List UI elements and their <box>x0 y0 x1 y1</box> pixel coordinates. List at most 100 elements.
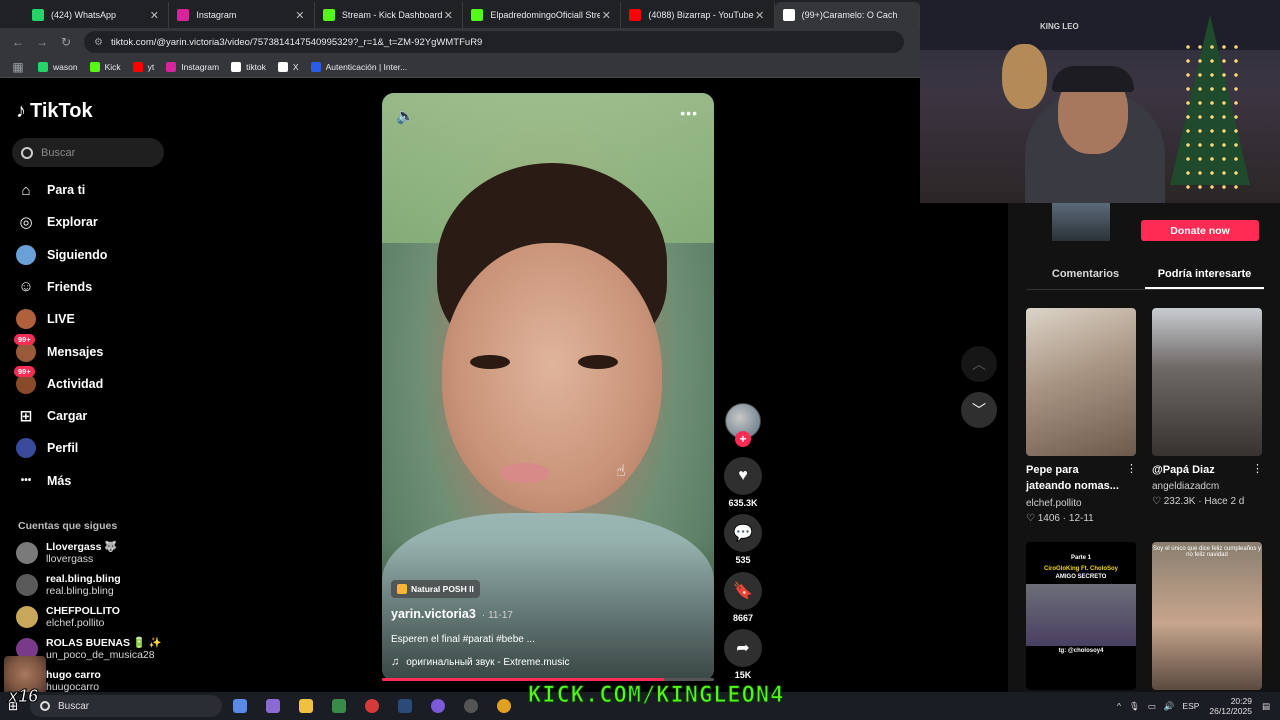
steam-icon[interactable] <box>398 699 412 713</box>
apps-grid-icon[interactable]: ▦ <box>6 60 30 74</box>
copilot-icon[interactable] <box>233 699 247 713</box>
sidebar-item-siguiendo[interactable]: Siguiendo <box>16 243 107 267</box>
bookmark-item[interactable]: wason <box>38 61 78 72</box>
share-count: 15K <box>734 670 752 680</box>
chrome-icon[interactable] <box>497 699 511 713</box>
sidebar-item-mensajes[interactable]: 99+ Mensajes <box>14 333 103 364</box>
video-date-sep: · <box>481 610 486 621</box>
back-icon[interactable]: ← <box>6 35 30 49</box>
avatar <box>16 606 38 628</box>
tab-comentarios[interactable]: Comentarios <box>1026 262 1145 289</box>
sidebar-item-live[interactable]: LIVE <box>16 307 75 331</box>
recommended-video-meta: ♡ 1406 · 12-11 <box>1026 513 1094 524</box>
sidebar-item-perfil[interactable]: Perfil <box>16 436 78 460</box>
webcam-wall-logo: KING LEO <box>1040 22 1079 31</box>
recommended-video-title[interactable]: @Papá Diaz <box>1152 462 1252 478</box>
notifications-icon[interactable]: ▤ <box>1262 701 1270 712</box>
tab-podria-interesarte[interactable]: Podría interesarte <box>1145 262 1264 289</box>
card-more-icon[interactable]: ⋮ <box>1126 462 1137 475</box>
recommended-video-thumbnail[interactable]: Soy el único que dice feliz cumpleaños y… <box>1152 542 1262 690</box>
volume-icon[interactable]: 🔈 <box>396 107 415 125</box>
heart-icon: ♥ <box>738 467 748 484</box>
taskbar-search[interactable]: Buscar <box>30 695 222 717</box>
mic-icon[interactable]: 🎙 <box>1129 701 1140 712</box>
tiktok-logo[interactable]: ♪ TikTok <box>16 100 93 123</box>
volume-tray-icon[interactable]: 🔊 <box>1164 701 1175 712</box>
recommended-video-thumbnail[interactable] <box>1152 308 1262 456</box>
bookmark-icon: 🔖 <box>733 583 753 600</box>
sidebar-item-actividad[interactable]: 99+ Actividad <box>14 365 103 396</box>
recommended-video-thumbnail[interactable] <box>1026 308 1136 456</box>
recommended-video-title[interactable]: Pepe para jateando nomas... <box>1026 462 1126 494</box>
network-icon[interactable]: ▭ <box>1148 701 1156 712</box>
browser-tab[interactable]: ElpadredomingoOficiall Stream✕ <box>463 2 622 28</box>
terminal-icon[interactable] <box>332 699 346 713</box>
bookmark-item[interactable]: tiktok <box>231 61 266 72</box>
comment-count: 535 <box>735 555 751 565</box>
video-baby-eye-left <box>470 355 510 369</box>
tab-close-icon[interactable]: ✕ <box>294 9 306 22</box>
save-button[interactable]: 🔖 <box>724 572 762 610</box>
sidebar-item-explorar[interactable]: ◎ Explorar <box>16 210 97 234</box>
office-icon[interactable] <box>266 699 280 713</box>
following-account[interactable]: CHEFPOLLITO elchef.pollito <box>16 604 120 630</box>
sidebar-item-friends[interactable]: ☺ Friends <box>16 275 92 299</box>
language-indicator[interactable]: ESP <box>1182 701 1199 711</box>
recommended-video-author[interactable]: angeldiazadcm <box>1152 481 1219 492</box>
like-button[interactable]: ♥ <box>724 457 762 495</box>
site-info-icon[interactable]: ⚙ <box>94 37 103 48</box>
bookmark-item[interactable]: yt <box>132 61 154 72</box>
recommended-video-thumbnail[interactable]: Parte 1 CiroGloKing Ft. CholoSoy AMIGO S… <box>1026 542 1136 690</box>
search-input[interactable]: Buscar <box>12 138 164 167</box>
obs-icon[interactable] <box>365 699 379 713</box>
comment-button[interactable]: 💬 <box>724 514 762 552</box>
video-author[interactable]: yarin.victoria3 <box>391 607 476 621</box>
bookmark-item[interactable]: Kick <box>89 61 121 72</box>
next-video-button[interactable]: ﹀ <box>961 392 997 428</box>
browser-tab[interactable]: (4088) Bizarrap - YouTube ✕ <box>621 2 775 28</box>
tray-chevron-icon[interactable]: ^ <box>1117 701 1121 711</box>
sidebar-item-cargar[interactable]: ⊞ Cargar <box>16 404 88 428</box>
reload-icon[interactable]: ↻ <box>54 35 78 49</box>
taskbar-clock[interactable]: 20:29 26/12/2025 <box>1209 696 1252 716</box>
address-bar[interactable]: ⚙ tiktok.com/@yarin.victoria3/video/7573… <box>84 31 904 53</box>
sidebar-item-m-s[interactable]: ••• Más <box>16 469 72 493</box>
browser-tab[interactable]: (424) WhatsApp ✕ <box>24 2 170 28</box>
browser-tab[interactable]: (99+)Caramelo: O Cach <box>774 2 920 28</box>
tab-close-icon[interactable]: ✕ <box>148 9 160 22</box>
recommended-video-author[interactable]: elchef.pollito <box>1026 498 1082 509</box>
recommended-video-likes: 1406 <box>1037 513 1060 524</box>
tab-title: Stream - Kick Dashboard <box>341 10 443 20</box>
tab-close-icon[interactable]: ✕ <box>600 9 612 22</box>
video-sound[interactable]: ♫ оригинальный звук - Extreme.music <box>391 656 569 668</box>
donate-button[interactable]: Donate now <box>1141 220 1259 241</box>
follow-plus-icon[interactable]: + <box>735 431 751 447</box>
bookmark-item[interactable]: Autenticación | Inter... <box>310 61 407 72</box>
sidebar-item-para-ti[interactable]: ⌂ Para ti <box>16 178 85 202</box>
effect-tag[interactable]: Natural POSH II <box>391 580 480 598</box>
tab-close-icon[interactable]: ✕ <box>442 9 454 22</box>
following-account[interactable]: real.bling.bling real.bling.bling <box>16 572 121 598</box>
video-more-icon[interactable]: ••• <box>680 105 698 121</box>
video-description[interactable]: Esperen el final #parati #bebe ... <box>391 634 535 645</box>
panel-tabs: Comentarios Podría interesarte <box>1026 262 1264 290</box>
card-more-icon[interactable]: ⋮ <box>1252 462 1263 475</box>
bookmark-item[interactable]: Instagram <box>166 61 219 72</box>
share-button[interactable]: ➦ <box>724 629 762 667</box>
account-username: un_poco_de_musica28 <box>46 649 155 661</box>
video-player[interactable]: 🔈 ••• Natural POSH II yarin.victoria3 · … <box>382 93 714 681</box>
forward-icon[interactable]: → <box>30 35 54 49</box>
sidebar-item-label: Cargar <box>47 409 88 424</box>
browser-tab[interactable]: Instagram ✕ <box>169 2 315 28</box>
discord-icon[interactable] <box>431 699 445 713</box>
bookmark-favicon-icon <box>231 61 242 72</box>
sidebar-item-label: Para ti <box>47 183 86 197</box>
following-account[interactable]: Llovergass 🐺 llovergass <box>16 540 117 566</box>
previous-video-button[interactable]: ︿ <box>961 346 997 382</box>
tab-close-icon[interactable]: ✕ <box>754 9 766 22</box>
browser-tab[interactable]: Stream - Kick Dashboard ✕ <box>315 2 464 28</box>
app-icon[interactable] <box>464 699 478 713</box>
bookmark-item[interactable]: X <box>277 61 299 72</box>
video-progress-bar[interactable] <box>382 678 714 681</box>
file-explorer-icon[interactable] <box>299 699 313 713</box>
